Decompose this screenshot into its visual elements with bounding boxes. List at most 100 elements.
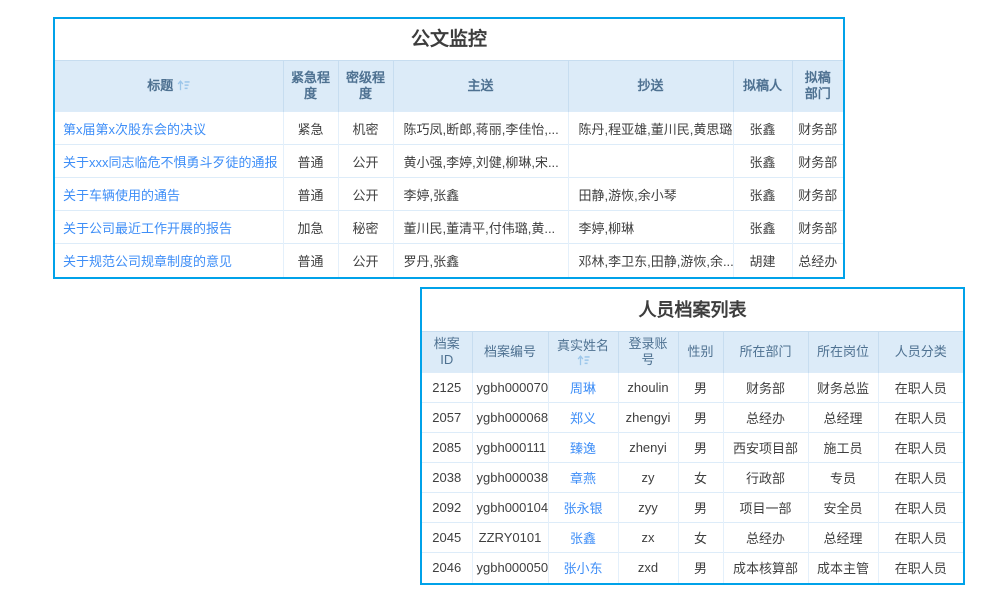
cell-account: zhenyi	[618, 433, 678, 463]
column-header-cc: 抄送	[568, 61, 733, 112]
cell-title[interactable]: 第x届第x次股东会的决议	[55, 112, 283, 145]
cell-post: 总经理	[808, 523, 878, 553]
cell-cc	[568, 145, 733, 178]
column-header-post: 所在岗位	[808, 332, 878, 373]
cell-account: zx	[618, 523, 678, 553]
column-header-drafter: 拟稿人	[733, 61, 792, 112]
sort-icon[interactable]	[555, 355, 612, 366]
cell-main_send: 董川民,董清平,付伟璐,黄...	[393, 211, 568, 244]
cell-drafter: 张鑫	[733, 178, 792, 211]
cell-id: 2125	[422, 373, 472, 403]
column-header-urgency: 紧急程度	[283, 61, 338, 112]
doc-monitor-table: 标题 紧急程度密级程度 主送 抄送 拟稿人 拟稿部门 第x届第x次股东会的决议紧急机密陈巧…	[55, 60, 843, 277]
doc-monitor-title: 公文监控	[55, 19, 843, 60]
cell-account: zhengyi	[618, 403, 678, 433]
cell-drafter: 胡建	[733, 244, 792, 277]
cell-post: 成本主管	[808, 553, 878, 583]
column-header-label: 密级程度	[346, 70, 385, 101]
doc-monitor-header: 标题 紧急程度密级程度 主送 抄送 拟稿人 拟稿部门	[55, 61, 843, 112]
cell-dept: 财务部	[723, 373, 808, 403]
column-header-main_send: 主送	[393, 61, 568, 112]
cell-name[interactable]: 臻逸	[548, 433, 618, 463]
cell-gender: 女	[678, 523, 723, 553]
cell-gender: 男	[678, 373, 723, 403]
column-header-label: 登录账号	[628, 336, 667, 367]
cell-name[interactable]: 郑义	[548, 403, 618, 433]
cell-name[interactable]: 张永银	[548, 493, 618, 523]
cell-dept: 总经办	[723, 523, 808, 553]
table-row: 关于规范公司规章制度的意见普通公开罗丹,张鑫邓林,李卫东,田静,游恢,余...胡…	[55, 244, 843, 277]
column-header-dept: 所在部门	[723, 332, 808, 373]
cell-urgency: 加急	[283, 211, 338, 244]
cell-category: 在职人员	[878, 493, 963, 523]
cell-cc: 李婷,柳琳	[568, 211, 733, 244]
column-header-account: 登录账号	[618, 332, 678, 373]
column-header-label: 所在部门	[739, 344, 791, 359]
cell-main_send: 罗丹,张鑫	[393, 244, 568, 277]
column-header-id: 档案ID	[422, 332, 472, 373]
cell-draft_dept: 财务部	[792, 145, 843, 178]
personnel-header: 档案ID档案编号真实姓名登录账号性别所在部门所在岗位人员分类	[422, 332, 963, 373]
cell-secrecy: 公开	[338, 244, 393, 277]
cell-dept: 总经办	[723, 403, 808, 433]
column-header-label: 紧急程度	[291, 70, 330, 101]
column-header-label: 主送	[467, 78, 493, 93]
cell-main_send: 李婷,张鑫	[393, 178, 568, 211]
cell-id: 2045	[422, 523, 472, 553]
cell-name[interactable]: 张小东	[548, 553, 618, 583]
personnel-table: 档案ID档案编号真实姓名登录账号性别所在部门所在岗位人员分类 2125ygbh0…	[422, 331, 963, 583]
cell-title[interactable]: 关于规范公司规章制度的意见	[55, 244, 283, 277]
cell-post: 财务总监	[808, 373, 878, 403]
cell-title[interactable]: 关于车辆使用的通告	[55, 178, 283, 211]
cell-name[interactable]: 章燕	[548, 463, 618, 493]
column-header-label: 抄送	[637, 78, 663, 93]
cell-cc: 邓林,李卫东,田静,游恢,余...	[568, 244, 733, 277]
cell-account: zy	[618, 463, 678, 493]
cell-drafter: 张鑫	[733, 211, 792, 244]
cell-category: 在职人员	[878, 523, 963, 553]
cell-urgency: 普通	[283, 178, 338, 211]
cell-category: 在职人员	[878, 373, 963, 403]
cell-secrecy: 公开	[338, 178, 393, 211]
column-header-title[interactable]: 标题	[55, 61, 283, 112]
cell-secrecy: 公开	[338, 145, 393, 178]
personnel-panel: 人员档案列表 档案ID档案编号真实姓名登录账号性别所在部门所在岗位人员分类 21…	[420, 287, 965, 585]
cell-draft_dept: 财务部	[792, 211, 843, 244]
cell-category: 在职人员	[878, 553, 963, 583]
column-header-label: 拟稿人	[743, 78, 782, 93]
cell-category: 在职人员	[878, 403, 963, 433]
cell-name[interactable]: 张鑫	[548, 523, 618, 553]
cell-code: ygbh000068	[472, 403, 548, 433]
cell-dept: 项目一部	[723, 493, 808, 523]
cell-post: 施工员	[808, 433, 878, 463]
column-header-label: 所在岗位	[817, 344, 869, 359]
table-row: 2125ygbh000070周琳zhoulin男财务部财务总监在职人员	[422, 373, 963, 403]
personnel-title: 人员档案列表	[422, 289, 963, 331]
cell-id: 2057	[422, 403, 472, 433]
column-header-name[interactable]: 真实姓名	[548, 332, 618, 373]
sort-icon[interactable]	[177, 80, 190, 91]
cell-post: 专员	[808, 463, 878, 493]
column-header-label: 档案ID	[434, 336, 460, 367]
column-header-label: 人员分类	[895, 344, 947, 359]
cell-name[interactable]: 周琳	[548, 373, 618, 403]
cell-title[interactable]: 关于xxx同志临危不惧勇斗歹徒的通报	[55, 145, 283, 178]
cell-post: 安全员	[808, 493, 878, 523]
cell-code: ygbh000050	[472, 553, 548, 583]
column-header-secrecy: 密级程度	[338, 61, 393, 112]
table-row: 2057ygbh000068郑义zhengyi男总经办总经理在职人员	[422, 403, 963, 433]
cell-id: 2046	[422, 553, 472, 583]
column-header-label: 性别	[687, 344, 713, 359]
cell-draft_dept: 财务部	[792, 112, 843, 145]
cell-dept: 行政部	[723, 463, 808, 493]
doc-monitor-body: 第x届第x次股东会的决议紧急机密陈巧凤,断郎,蒋丽,李佳怡,...陈丹,程亚雄,…	[55, 112, 843, 277]
table-row: 2046ygbh000050张小东zxd男成本核算部成本主管在职人员	[422, 553, 963, 583]
cell-title[interactable]: 关于公司最近工作开展的报告	[55, 211, 283, 244]
column-header-label: 拟稿部门	[805, 70, 831, 101]
column-header-label: 标题	[147, 78, 173, 93]
column-header-draft_dept: 拟稿部门	[792, 61, 843, 112]
cell-code: ygbh000038	[472, 463, 548, 493]
cell-id: 2038	[422, 463, 472, 493]
table-row: 关于车辆使用的通告普通公开李婷,张鑫田静,游恢,余小琴张鑫财务部	[55, 178, 843, 211]
cell-code: ygbh000104	[472, 493, 548, 523]
